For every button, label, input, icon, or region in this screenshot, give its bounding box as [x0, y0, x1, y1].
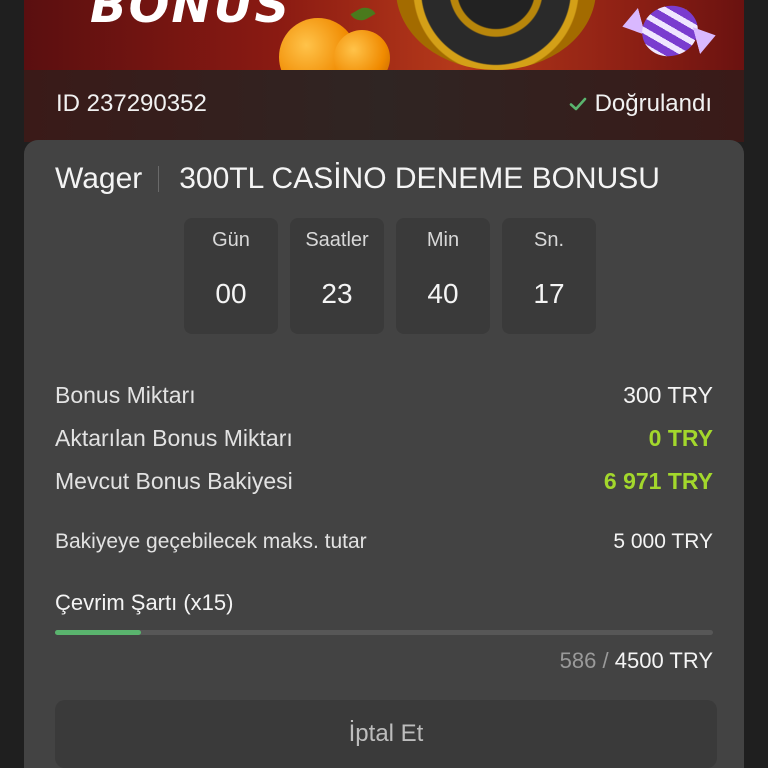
bonus-title-row: Wager 300TL CASİNO DENEME BONUSU [55, 162, 660, 196]
timer-label: Sn. [533, 229, 565, 251]
max-transfer-value: 5 000 TRY [613, 530, 713, 553]
timer-label: Gün [212, 229, 250, 251]
wagering-progress-text: 586 / 4500 TRY [560, 648, 713, 674]
timer-value: 40 [427, 278, 459, 309]
account-id-bar: ID 237290352 Doğrulandı [24, 70, 744, 142]
wagering-progress-bar [55, 630, 713, 635]
title-divider [158, 166, 160, 192]
cancel-bonus-button[interactable]: İptal Et [55, 700, 717, 768]
wagering-progress-fill [55, 630, 141, 635]
timer-seconds: Sn. 17 [502, 218, 596, 334]
leaf-image [350, 3, 376, 25]
timer-value: 17 [533, 278, 565, 309]
countdown-timer: Gün 00 Saatler 23 Min 40 Sn. 17 [184, 218, 596, 334]
wagering-current: 586 [559, 648, 597, 673]
max-transfer-row: Bakiyeye geçebilecek maks. tutar 5 000 T… [55, 530, 713, 554]
transferred-bonus-row: Aktarılan Bonus Miktarı 0 TRY [55, 425, 713, 452]
transferred-bonus-label: Aktarılan Bonus Miktarı [55, 425, 293, 451]
current-bonus-balance-label: Mevcut Bonus Bakiyesi [55, 468, 293, 494]
current-bonus-balance-value: 6 971 TRY [603, 468, 713, 494]
verified-status: Doğrulandı [569, 90, 712, 118]
max-transfer-label: Bakiyeye geçebilecek maks. tutar [55, 530, 367, 553]
wager-label: Wager [55, 162, 143, 195]
timer-days: Gün 00 [184, 218, 278, 334]
wagering-total: 4500 TRY [614, 648, 713, 673]
bonus-name: 300TL CASİNO DENEME BONUSU [179, 162, 660, 195]
timer-label: Min [426, 229, 460, 251]
timer-value: 23 [321, 278, 353, 309]
bonus-amount-value: 300 TRY [623, 382, 713, 408]
roulette-wheel-image [396, 0, 596, 70]
candy-image [636, 0, 704, 63]
check-icon [569, 97, 586, 111]
current-bonus-balance-row: Mevcut Bonus Bakiyesi 6 971 TRY [55, 468, 713, 495]
banner-title: BONUS [90, 0, 292, 34]
verified-label: Doğrulandı [594, 90, 712, 117]
bonus-amount-row: Bonus Miktarı 300 TRY [55, 382, 713, 409]
bonus-amount-label: Bonus Miktarı [55, 382, 196, 408]
timer-hours: Saatler 23 [290, 218, 384, 334]
bonus-card: Wager 300TL CASİNO DENEME BONUSU Gün 00 … [24, 140, 744, 768]
timer-value: 00 [215, 278, 247, 309]
account-id: ID 237290352 [56, 90, 207, 117]
timer-label: Saatler [305, 229, 369, 251]
timer-minutes: Min 40 [396, 218, 490, 334]
wagering-separator: / [602, 648, 609, 673]
promo-banner: BONUS [24, 0, 744, 70]
wagering-requirement-label: Çevrim Şartı (x15) [55, 590, 234, 615]
transferred-bonus-value: 0 TRY [648, 425, 713, 451]
